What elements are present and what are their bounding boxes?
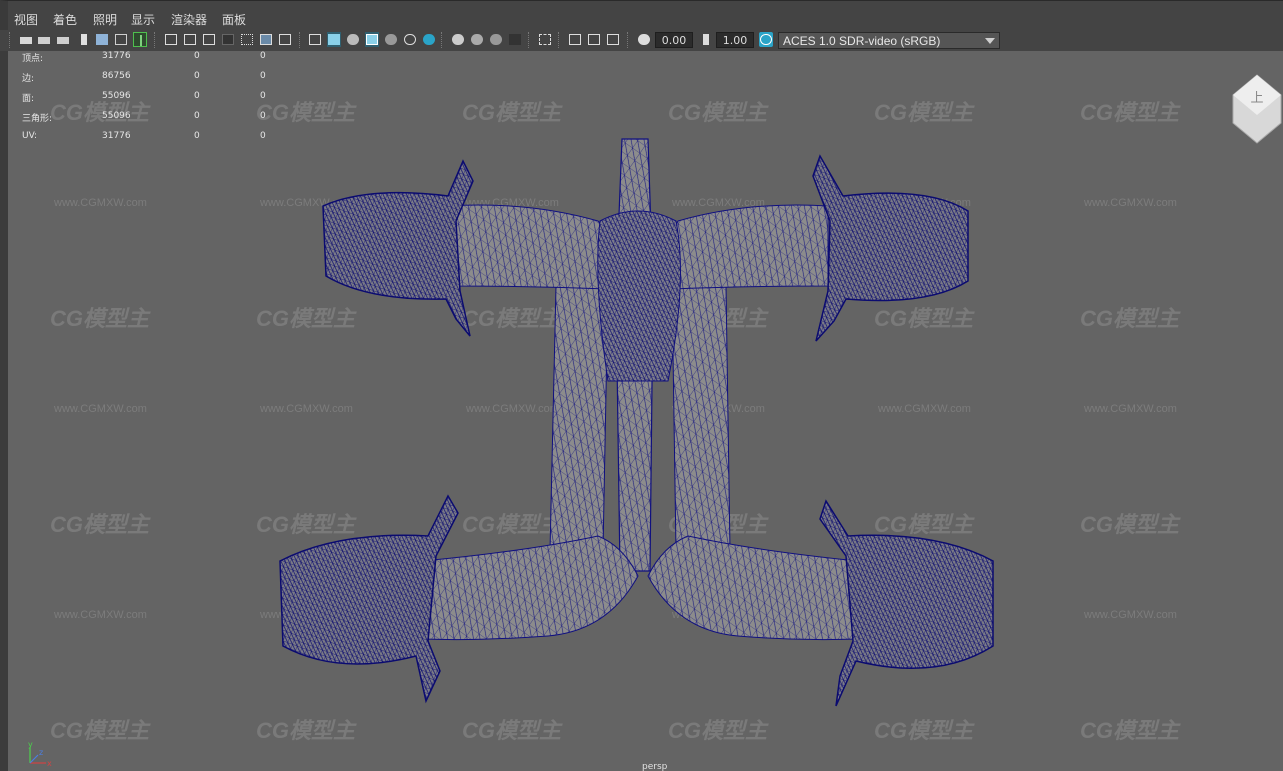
maya-viewport-window: 视图 着色 照明 显示 渲染器 面板 0.00 1.00 ACES 1.0 SD… (0, 0, 1283, 771)
left-panel-edge (0, 51, 8, 771)
gate-mask-icon[interactable] (221, 32, 235, 47)
toolbar-separator (528, 32, 531, 48)
toolbar-separator (627, 32, 630, 48)
wireframe-model[interactable] (8, 51, 1283, 771)
2d-pan-zoom-icon[interactable] (114, 32, 128, 47)
motion-blur-icon[interactable] (470, 32, 484, 47)
menu-renderer[interactable]: 渲染器 (171, 11, 207, 28)
center-blade (597, 138, 681, 572)
stat-value: 55096 (102, 91, 131, 101)
lock-camera-icon[interactable] (37, 32, 51, 47)
stat-value: 0 (194, 91, 200, 101)
exposure-icon[interactable] (637, 32, 651, 47)
grid-icon[interactable] (164, 32, 178, 47)
gamma-field[interactable]: 1.00 (716, 32, 754, 48)
axis-y-label: y (28, 741, 33, 749)
exposure-field[interactable]: 0.00 (655, 32, 693, 48)
backface-icon[interactable] (606, 32, 620, 47)
stat-value: 31776 (102, 131, 131, 141)
view-transform-label: ACES 1.0 SDR-video (sRGB) (783, 34, 941, 48)
textured-icon[interactable] (587, 32, 601, 47)
axis-x-label: x (47, 759, 52, 768)
camera-attributes-icon[interactable] (56, 32, 70, 47)
stat-value: 55096 (102, 111, 131, 121)
camera-icon[interactable] (19, 32, 33, 47)
grease-pencil-icon[interactable] (133, 32, 147, 47)
axis-gizmo: y z x (28, 741, 52, 768)
safe-title-icon[interactable] (278, 32, 292, 47)
stat-value: 0 (194, 131, 200, 141)
panel-toolbar: 0.00 1.00 ACES 1.0 SDR-video (sRGB) (0, 30, 1283, 52)
use-default-light-icon[interactable] (403, 32, 417, 47)
bookmark-icon[interactable] (77, 32, 91, 47)
stat-value: 0 (194, 51, 200, 61)
shadows-icon[interactable] (422, 32, 436, 47)
perspective-viewport[interactable]: CG模型主 www.CGMXW.com CG模型主 www.CGMXW.com CG模型… (8, 51, 1283, 771)
smooth-shade-icon[interactable] (327, 32, 341, 47)
isolate-select-icon[interactable] (538, 32, 552, 47)
menu-view[interactable]: 视图 (14, 11, 38, 28)
default-material-icon[interactable] (346, 32, 360, 47)
menu-show[interactable]: 显示 (131, 11, 155, 28)
stat-value: 0 (194, 71, 200, 81)
safe-action-icon[interactable] (259, 32, 273, 47)
stat-label: UV: (22, 131, 38, 141)
stat-label: 面: (22, 94, 35, 104)
depth-of-field-icon[interactable] (508, 32, 522, 47)
toolbar-separator (299, 32, 302, 48)
toolbar-separator (558, 32, 561, 48)
panel-menu-bar: 视图 着色 照明 显示 渲染器 面板 (0, 0, 1283, 30)
multisample-aa-icon[interactable] (489, 32, 503, 47)
stat-label: 边: (22, 74, 35, 84)
stat-value: 31776 (102, 51, 131, 61)
menu-lighting[interactable]: 照明 (93, 11, 117, 28)
toolbar-separator (9, 32, 12, 48)
menu-shading[interactable]: 着色 (53, 11, 77, 28)
wireframe-on-shaded-icon[interactable] (365, 32, 379, 47)
stat-value: 0 (194, 111, 200, 121)
viewcube[interactable]: 上 (1231, 73, 1283, 145)
resolution-gate-icon[interactable] (202, 32, 216, 47)
stat-value: 0 (260, 51, 266, 61)
stat-label: 顶点: (22, 54, 44, 64)
stat-value: 0 (260, 91, 266, 101)
toolbar-separator (154, 32, 157, 48)
toolbar-separator (441, 32, 444, 48)
xray-joints-icon[interactable] (568, 32, 582, 47)
stat-value: 0 (260, 111, 266, 121)
stat-value: 0 (260, 71, 266, 81)
view-transform-dropdown[interactable]: ACES 1.0 SDR-video (sRGB) (778, 32, 1000, 49)
stat-value: 86756 (102, 71, 131, 81)
field-chart-icon[interactable] (240, 32, 254, 47)
stat-label: 三角形: (22, 114, 53, 124)
color-management-icon[interactable] (759, 32, 773, 47)
screen-space-ao-icon[interactable] (451, 32, 465, 47)
axis-z-label: z (39, 748, 43, 757)
chevron-down-icon (985, 38, 995, 44)
film-gate-icon[interactable] (183, 32, 197, 47)
gamma-icon[interactable] (699, 32, 713, 47)
stat-value: 0 (260, 131, 266, 141)
viewcube-top-label: 上 (1250, 91, 1263, 106)
image-plane-icon[interactable] (95, 32, 109, 47)
camera-name-label: persp (642, 762, 668, 771)
xray-icon[interactable] (384, 32, 398, 47)
wireframe-icon[interactable] (308, 32, 322, 47)
menu-panels[interactable]: 面板 (222, 11, 246, 28)
